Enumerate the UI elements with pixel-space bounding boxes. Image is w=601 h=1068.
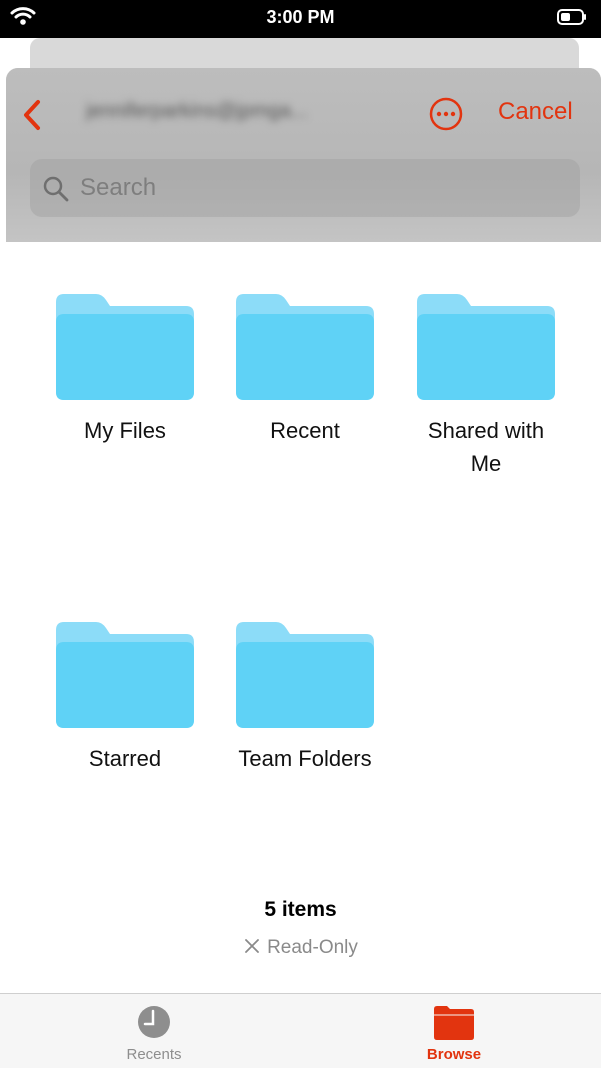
cancel-button[interactable]: Cancel [498, 98, 573, 126]
tab-browse[interactable]: Browse [354, 994, 554, 1068]
clock-icon [138, 1006, 170, 1038]
tab-bar: Recents Browse [0, 993, 601, 1068]
folder-label: Team Folders [238, 746, 372, 771]
search-bar[interactable] [30, 159, 580, 217]
account-name: jenniferparkins@jpmga... [86, 100, 308, 122]
navigation-header: jenniferparkins@jpmga... Cancel [6, 68, 601, 242]
folder-icon [417, 294, 555, 400]
folder-shared-with-me[interactable]: Shared with Me [396, 292, 576, 480]
tab-recents[interactable]: Recents [54, 994, 254, 1068]
tab-label: Recents [126, 1046, 182, 1063]
folder-label: Recent [270, 418, 340, 443]
folder-recent[interactable]: Recent [215, 292, 395, 447]
item-count: 5 items [264, 898, 337, 921]
folder-icon [434, 1006, 474, 1040]
read-only-status: Read-Only [0, 937, 601, 959]
folder-label: Shared with Me [427, 418, 545, 476]
search-input[interactable] [80, 170, 560, 206]
folder-icon [56, 622, 194, 728]
tab-label: Browse [426, 1046, 482, 1063]
folder-starred[interactable]: Starred [35, 620, 215, 775]
ellipsis-circle-icon[interactable] [428, 96, 464, 132]
folder-icon [236, 622, 374, 728]
folder-label: Starred [88, 746, 162, 771]
folder-icon [236, 294, 374, 400]
status-bar: 3:00 PM [0, 0, 601, 38]
chevron-left-icon[interactable] [18, 98, 46, 132]
folder-team-folders[interactable]: Team Folders [215, 620, 395, 775]
folder-my-files[interactable]: My Files [35, 292, 215, 447]
status-time: 3:00 PM [266, 7, 335, 27]
search-icon [43, 176, 69, 202]
read-only-label: Read-Only [267, 937, 358, 958]
battery-icon [557, 9, 586, 25]
folder-label: My Files [84, 418, 166, 443]
folder-icon [56, 294, 194, 400]
pencil-slash-icon [245, 939, 259, 953]
